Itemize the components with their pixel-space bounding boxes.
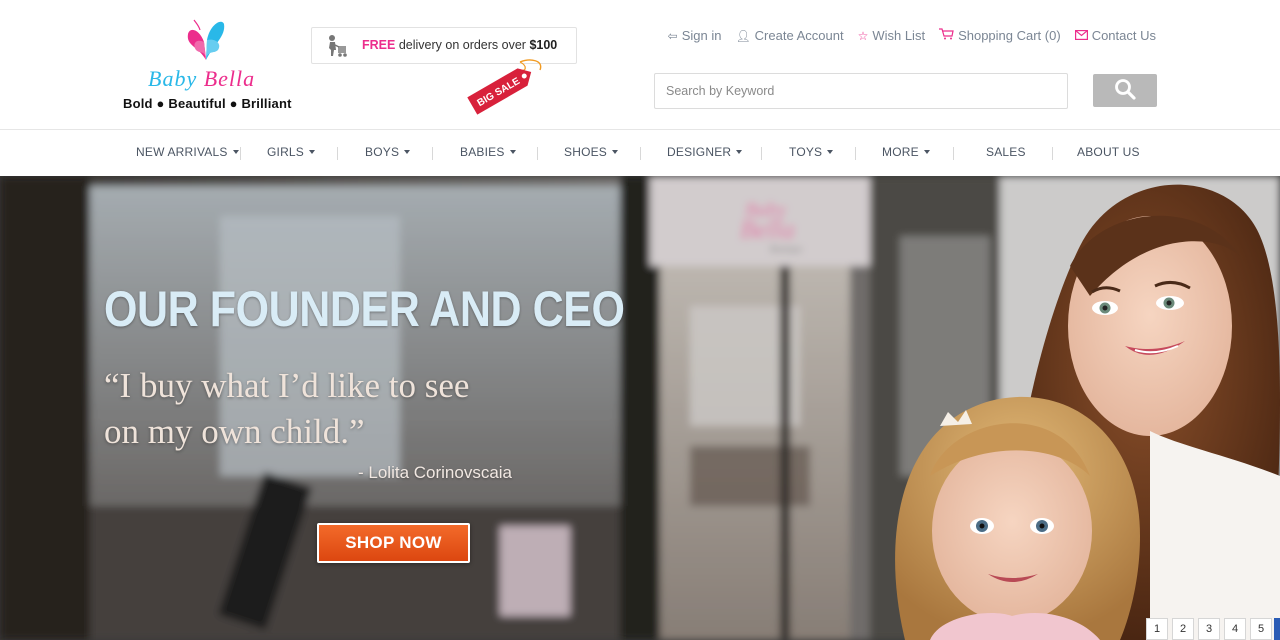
user-icon: 👤︎ [735,28,751,43]
shopping-cart-link[interactable]: Shopping Cart (0) [939,28,1061,43]
promo-amount: $100 [529,38,558,52]
nav-babies-label: BABIES [460,145,505,159]
nav-divider [640,147,641,160]
promo-text: FREE delivery on orders over $100 [362,38,557,52]
hero-quote: “I buy what I’d like to see on my own ch… [104,363,469,455]
slide-page-1[interactable]: 1 [1146,618,1168,640]
chevron-down-icon [509,149,516,154]
hero-quote-line2: on my own child.” [104,412,365,451]
nav-sales[interactable]: SALES [986,145,1026,159]
big-sale-tag: BIG SALE [467,59,542,115]
search-button[interactable] [1093,74,1157,107]
shopping-cart-label: Shopping Cart (0) [958,28,1061,43]
brand-logo[interactable]: Baby Bella Bold ● Beautiful ● Brilliant [118,14,300,114]
slide-page-active[interactable] [1274,618,1280,640]
sign-in-icon: ⇦ [667,28,678,43]
nav-new-arrivals[interactable]: NEW ARRIVALS [136,145,239,159]
chevron-down-icon [232,149,239,154]
chevron-down-icon [404,149,411,154]
contact-us-label: Contact Us [1091,28,1156,43]
nav-divider [537,147,538,160]
slider-pagination: 1 2 3 4 5 [1146,618,1272,640]
search-icon [1115,79,1136,100]
nav-shoes[interactable]: SHOES [564,145,619,159]
cart-icon [939,28,954,43]
wish-list-label: Wish List [872,28,926,43]
store-sign-bella: Bella [740,215,795,244]
promo-free: FREE [362,38,396,52]
chevron-down-icon [612,149,619,154]
nav-about-us[interactable]: ABOUT US [1077,145,1140,159]
create-account-link[interactable]: 👤︎ Create Account [735,28,843,43]
chevron-down-icon [736,149,743,154]
site-header: Baby Bella Bold ● Beautiful ● Brilliant … [0,0,1280,129]
brand-name-part2: Bella [203,66,256,91]
brand-name-part1: Baby [148,66,198,91]
nav-girls-label: GIRLS [267,145,305,159]
search-input[interactable] [654,73,1068,109]
delivery-person-icon [329,35,347,57]
nav-more-label: MORE [882,145,919,159]
brand-name: Baby Bella [148,66,255,92]
nav-boys-label: BOYS [365,145,400,159]
contact-us-link[interactable]: Contact Us [1074,28,1156,43]
butterfly-logo-icon [187,19,225,60]
promo-body: delivery on orders over [395,38,530,52]
main-navigation: NEW ARRIVALS GIRLS BOYS BABIES SHOES DES… [0,129,1280,176]
nav-more[interactable]: MORE [882,145,930,159]
nav-toys[interactable]: TOYS [789,145,834,159]
chevron-down-icon [827,149,834,154]
account-links: ⇦ Sign in 👤︎ Create Account ☆ Wish List … [668,28,1156,43]
slide-page-3[interactable]: 3 [1198,618,1220,640]
nav-babies[interactable]: BABIES [460,145,516,159]
store-sign-boutique: Boutique [770,244,803,254]
brand-tagline: Bold ● Beautiful ● Brilliant [123,96,292,111]
chevron-down-icon [923,149,930,154]
nav-girls[interactable]: GIRLS [267,145,316,159]
nav-shoes-label: SHOES [564,145,608,159]
sign-in-link[interactable]: ⇦ Sign in [668,28,722,43]
nav-divider [1052,147,1053,160]
envelope-icon [1074,29,1088,43]
hero-title: OUR FOUNDER AND CEO [104,281,625,337]
nav-divider [337,147,338,160]
slide-page-4[interactable]: 4 [1224,618,1246,640]
shop-now-button[interactable]: SHOP NOW [317,523,470,563]
nav-toys-label: TOYS [789,145,823,159]
slide-page-2[interactable]: 2 [1172,618,1194,640]
nav-divider [240,147,241,160]
chevron-down-icon [309,149,316,154]
nav-divider [761,147,762,160]
hero-slider: Baby Bella Boutique OUR FOUNDER AND CEO … [0,176,1280,640]
nav-designer-label: DESIGNER [667,145,732,159]
nav-boys[interactable]: BOYS [365,145,411,159]
create-account-label: Create Account [754,28,844,43]
nav-divider [432,147,433,160]
nav-designer[interactable]: DESIGNER [667,145,743,159]
nav-divider [855,147,856,160]
hero-quote-line1: “I buy what I’d like to see [104,366,470,405]
star-icon: ☆ [857,28,869,43]
nav-about-us-label: ABOUT US [1077,145,1140,159]
nav-new-arrivals-label: NEW ARRIVALS [136,145,228,159]
wish-list-link[interactable]: ☆ Wish List [858,28,926,43]
sign-in-label: Sign in [681,28,722,43]
nav-divider [953,147,954,160]
nav-sales-label: SALES [986,145,1026,159]
slide-page-5[interactable]: 5 [1250,618,1272,640]
hero-quote-author: - Lolita Corinovscaia [358,463,513,482]
